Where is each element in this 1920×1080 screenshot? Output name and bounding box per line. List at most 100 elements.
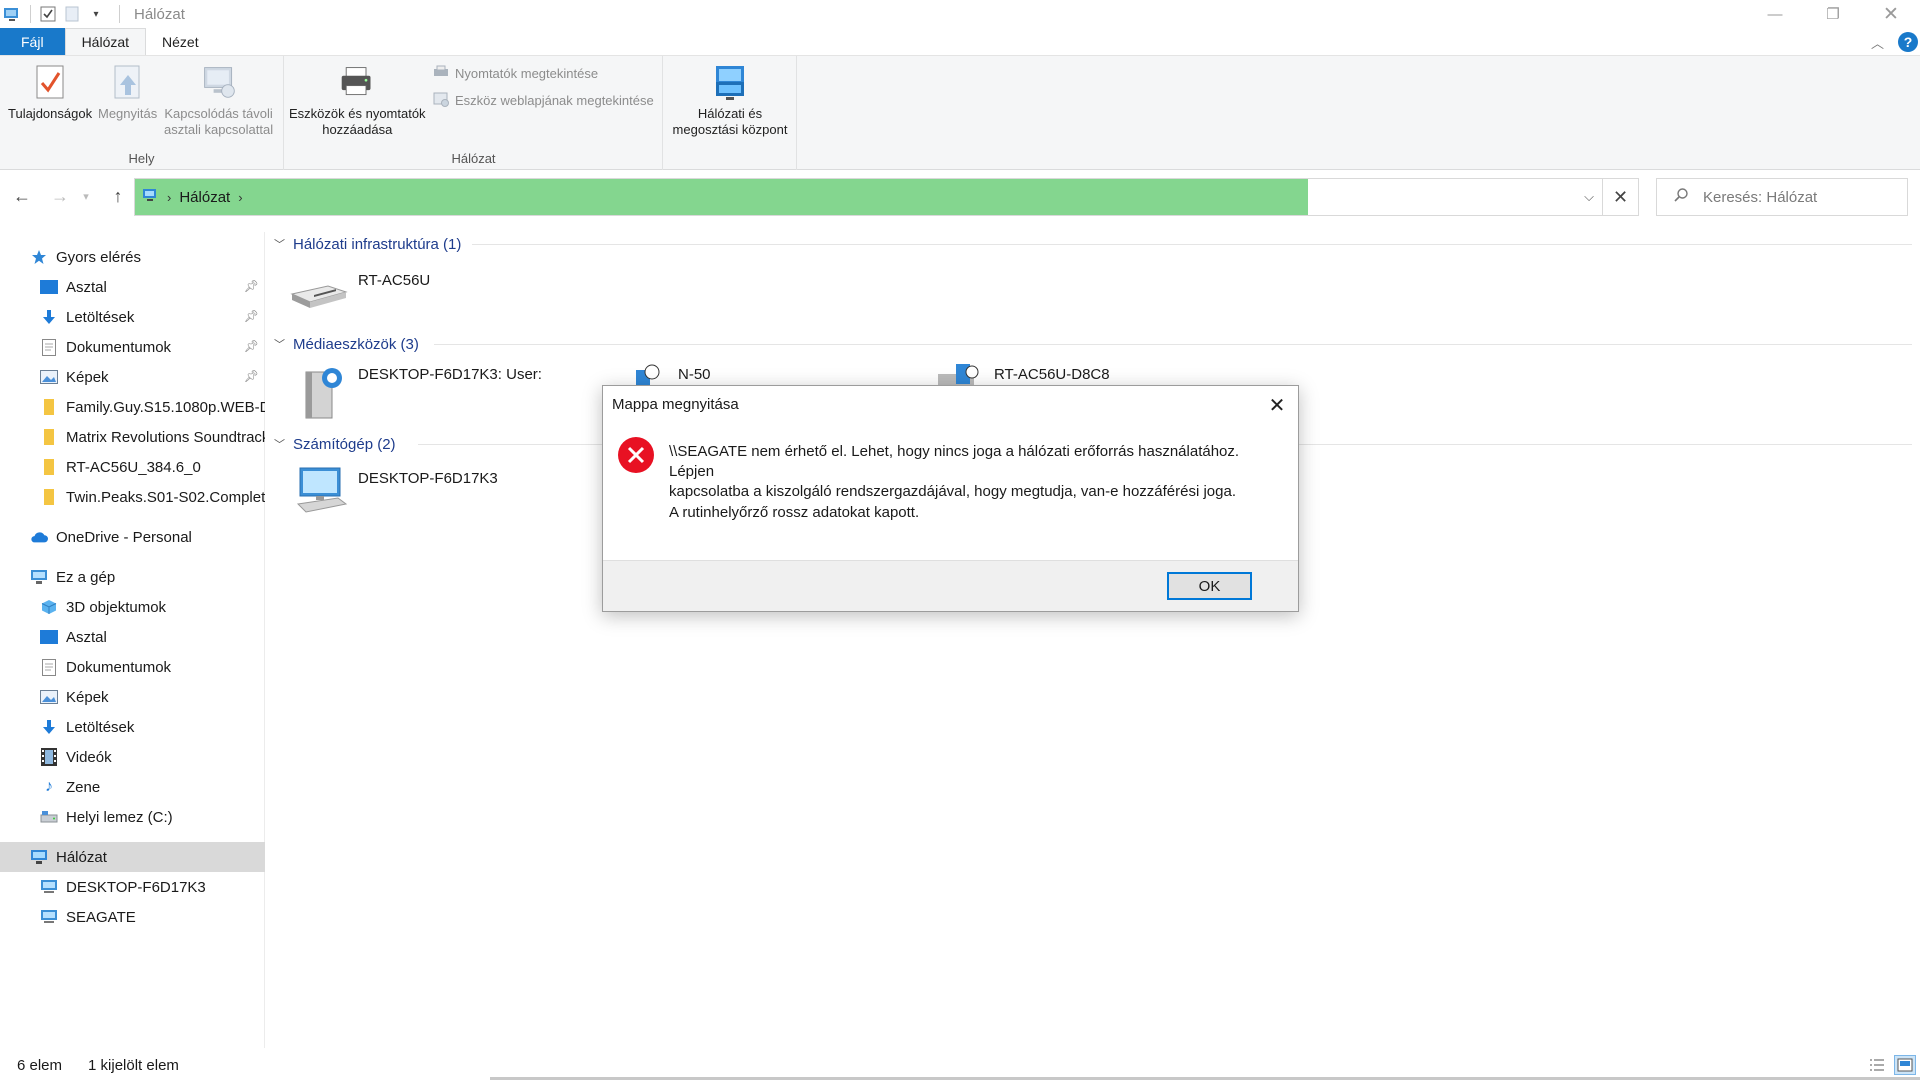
- sidebar-item-pictures[interactable]: Képek 📌︎: [0, 362, 265, 392]
- breadcrumb-halozat[interactable]: Hálózat: [179, 189, 230, 206]
- sidebar-quick-access[interactable]: Gyors elérés: [0, 242, 265, 272]
- router-icon: [288, 272, 350, 316]
- pin-icon: 📌︎: [243, 309, 259, 323]
- large-icons-view-icon[interactable]: [1894, 1055, 1916, 1075]
- tab-file[interactable]: Fájl: [0, 28, 65, 55]
- sidebar-item-videos[interactable]: Videók: [0, 742, 265, 772]
- error-icon: [617, 436, 655, 474]
- cube-icon: [40, 598, 58, 616]
- device-label: RT-AC56U-D8C8: [994, 366, 1110, 383]
- pictures-icon: [40, 368, 58, 386]
- cloud-icon: [30, 528, 48, 546]
- sidebar-network[interactable]: Hálózat: [0, 842, 265, 872]
- add-devices-printers-button[interactable]: Eszközök és nyomtatók hozzáadása: [289, 62, 426, 138]
- device-label: DESKTOP-F6D17K3: User:: [358, 366, 542, 383]
- group-label-hely: Hely: [128, 151, 155, 166]
- navigation-bar: ← → ▾ ↑ › Hálózat › ⌵ ✕ Keresés: Hálózat: [0, 170, 1920, 222]
- new-folder-quick-icon[interactable]: [63, 5, 81, 23]
- download-icon: [40, 308, 58, 326]
- chevron-down-icon: ﹀: [274, 439, 285, 451]
- sidebar-item-music[interactable]: ♪ Zene: [0, 772, 265, 802]
- back-button[interactable]: ←: [10, 184, 34, 208]
- sidebar-item-3d-objects[interactable]: 3D objektumok: [0, 592, 265, 622]
- media-item-desktop[interactable]: DESKTOP-F6D17K3: User:: [300, 362, 542, 426]
- sidebar-item-desktop[interactable]: Asztal: [0, 622, 265, 652]
- network-sharing-center-button[interactable]: Hálózati és megosztási központ: [669, 62, 791, 138]
- sidebar-item-desktop[interactable]: Asztal 📌︎: [0, 272, 265, 302]
- document-icon: [40, 658, 58, 676]
- minimize-button[interactable]: —: [1746, 0, 1804, 28]
- search-placeholder: Keresés: Hálózat: [1703, 188, 1818, 206]
- address-dropdown-icon[interactable]: ⌵: [1584, 189, 1594, 205]
- ribbon: Tulajdonságok Megnyitás Kapcsolódás távo…: [0, 56, 1920, 170]
- folder-icon: [40, 428, 58, 446]
- sidebar-item-local-disk[interactable]: Helyi lemez (C:): [0, 802, 265, 832]
- folder-icon: [40, 458, 58, 476]
- recent-locations-button[interactable]: ▾: [74, 184, 98, 208]
- group-header-media[interactable]: ﹀ Médiaeszközök (3): [274, 332, 1914, 356]
- printer-icon: [339, 62, 375, 102]
- chevron-down-icon: ﹀: [274, 339, 285, 351]
- sidebar-item-folder[interactable]: Family.Guy.S15.1080p.WEB-DL: [0, 392, 265, 422]
- desktop-icon: [40, 278, 58, 296]
- device-label: RT-AC56U: [358, 272, 431, 289]
- forward-button[interactable]: →: [48, 184, 72, 208]
- sidebar-item-documents[interactable]: Dokumentumok: [0, 652, 265, 682]
- group-header-infrastructure[interactable]: ﹀ Hálózati infrastruktúra (1): [274, 232, 1914, 256]
- pin-icon: 📌︎: [243, 279, 259, 293]
- desktop-icon: [40, 628, 58, 646]
- computer-icon: [30, 568, 48, 586]
- dialog-message: \\SEAGATE nem érhető el. Lehet, hogy nin…: [669, 443, 1240, 500]
- view-printers-button[interactable]: Nyomtatók megtekintése: [433, 65, 598, 82]
- breadcrumb-chevron[interactable]: ›: [167, 190, 171, 205]
- breadcrumb-chevron-end[interactable]: ›: [238, 190, 242, 205]
- sidebar-item-downloads[interactable]: Letöltések 📌︎: [0, 302, 265, 332]
- dialog-title: Mappa megnyitása: [612, 396, 739, 413]
- customize-quick-access-icon[interactable]: ▾: [87, 5, 105, 23]
- music-note-icon: ♪: [45, 778, 53, 795]
- clear-address-button[interactable]: ✕: [1603, 178, 1639, 216]
- details-view-icon[interactable]: [1866, 1055, 1888, 1075]
- open-icon: [110, 62, 146, 102]
- star-icon: [30, 248, 48, 266]
- sidebar-item-folder[interactable]: Twin.Peaks.S01-S02.Complete.: [0, 482, 265, 512]
- sidebar-item-network-computer[interactable]: DESKTOP-F6D17K3: [0, 872, 265, 902]
- computer-item-desktop[interactable]: DESKTOP-F6D17K3: [292, 464, 498, 524]
- up-button[interactable]: ↑: [106, 184, 130, 208]
- separator: [30, 5, 31, 23]
- sidebar-this-pc[interactable]: Ez a gép: [0, 562, 265, 592]
- properties-button[interactable]: Tulajdonságok: [8, 62, 92, 122]
- open-folder-error-dialog: Mappa megnyitása ✕ \\SEAGATE nem érhető …: [602, 385, 1299, 612]
- remote-desktop-button[interactable]: Kapcsolódás távoli asztali kapcsolattal: [164, 62, 273, 138]
- help-icon[interactable]: ?: [1898, 32, 1918, 52]
- close-window-button[interactable]: ✕: [1862, 0, 1920, 28]
- restore-button[interactable]: ❐: [1804, 0, 1862, 28]
- sidebar-item-downloads[interactable]: Letöltések: [0, 712, 265, 742]
- dialog-footer: OK: [603, 560, 1298, 611]
- open-button[interactable]: Megnyitás: [98, 62, 157, 122]
- sidebar-item-pictures[interactable]: Képek: [0, 682, 265, 712]
- sidebar-item-folder[interactable]: RT-AC56U_384.6_0: [0, 452, 265, 482]
- properties-quick-icon[interactable]: [39, 5, 57, 23]
- ribbon-group-hely: Tulajdonságok Megnyitás Kapcsolódás távo…: [0, 56, 284, 170]
- address-bar[interactable]: › Hálózat › ⌵: [134, 178, 1603, 216]
- pin-icon: 📌︎: [243, 369, 259, 383]
- dialog-close-button[interactable]: ✕: [1264, 392, 1290, 418]
- sidebar-item-documents[interactable]: Dokumentumok 📌︎: [0, 332, 265, 362]
- sidebar-item-network-seagate[interactable]: SEAGATE: [0, 902, 265, 932]
- collapse-ribbon-icon[interactable]: ︿: [1871, 33, 1884, 52]
- computer-icon: [292, 464, 350, 524]
- sidebar-onedrive[interactable]: OneDrive - Personal: [0, 522, 265, 552]
- folder-icon: [40, 488, 58, 506]
- search-box[interactable]: Keresés: Hálózat: [1656, 178, 1908, 216]
- network-icon: [30, 848, 48, 866]
- sidebar-item-folder[interactable]: Matrix Revolutions Soundtrack: [0, 422, 265, 452]
- status-bar: 6 elem 1 kijelölt elem: [0, 1050, 1920, 1080]
- status-selected: 1 kijelölt elem: [88, 1056, 179, 1074]
- tab-view[interactable]: Nézet: [146, 28, 215, 55]
- tab-network[interactable]: Hálózat: [64, 28, 147, 55]
- view-device-webpage-button[interactable]: Eszköz weblapjának megtekintése: [433, 91, 654, 110]
- device-item-router[interactable]: RT-AC56U: [288, 272, 430, 316]
- title-bar: ▾ Hálózat — ❐ ✕: [0, 0, 1920, 28]
- ok-button[interactable]: OK: [1167, 572, 1252, 600]
